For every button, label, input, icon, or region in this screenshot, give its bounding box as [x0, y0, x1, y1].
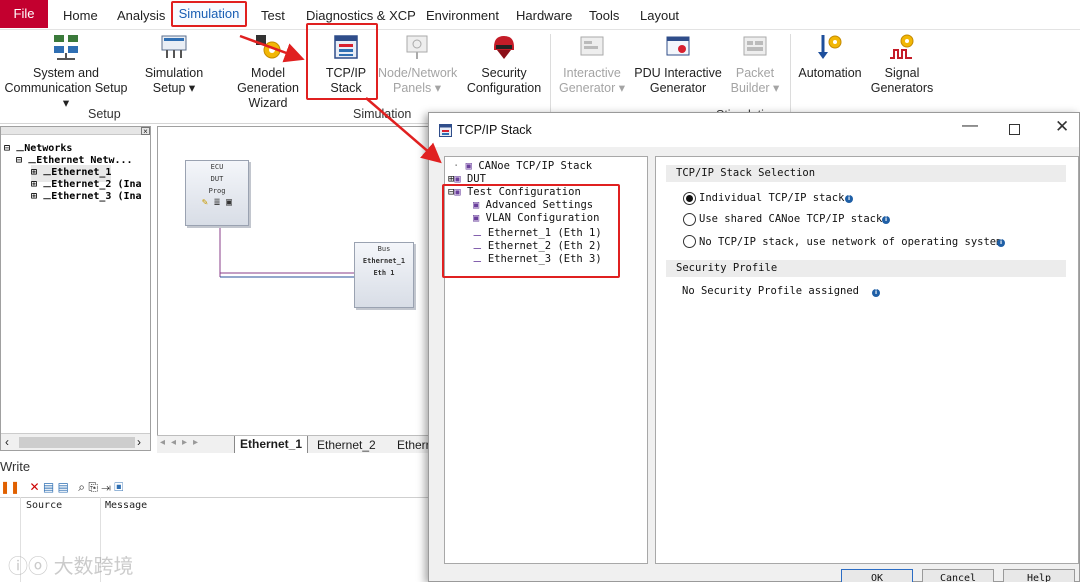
security-profile-text: No Security Profile assigned	[682, 285, 860, 297]
bus-node-ethernet-1[interactable]: Bus Ethernet_1 Eth 1	[354, 242, 414, 308]
find-icon[interactable]: ⌕	[78, 480, 85, 494]
automation-icon	[818, 35, 842, 59]
tab-ethernet-3[interactable]: Etherr	[397, 437, 430, 453]
radio-shared-stack[interactable]	[683, 213, 696, 226]
test-configuration-highlight-box	[442, 184, 620, 278]
menu-hardware[interactable]: Hardware	[516, 8, 572, 23]
write-toolbar: ❚❚ ✕ ▤ ▤ ⌕ ⎘ ⇥ ▣	[0, 480, 123, 495]
section-security-profile: Security Profile	[666, 260, 1066, 277]
pdu-generator-icon	[666, 36, 690, 56]
network-tree-pane: × ⊟ 𝍠Networks ⊟ 𝍠Ethernet Netw... ⊞ 𝍠Eth…	[0, 126, 151, 451]
signal-generator-icon	[890, 34, 914, 59]
ribbon: System and Communication Setup ▾ Simulat…	[0, 30, 1080, 124]
dialog-settings-pane: TCP/IP Stack Selection Individual TCP/IP…	[655, 156, 1079, 564]
help-button[interactable]: Help	[1003, 569, 1075, 582]
clear-icon[interactable]: ✕	[29, 480, 39, 494]
write-window: Write ❚❚ ✕ ▤ ▤ ⌕ ⎘ ⇥ ▣ Source Message ⓘⓞ…	[0, 456, 432, 582]
dialog-title-bar: TCP/IP Stack — ✕	[429, 113, 1079, 147]
network-setup-icon	[54, 35, 78, 60]
dialog-title: TCP/IP Stack	[457, 123, 532, 137]
maximize-icon[interactable]	[1009, 124, 1020, 135]
tab-ethernet-1[interactable]: Ethernet_1	[234, 436, 309, 453]
stack-icon: ≣	[213, 197, 221, 208]
info-icon[interactable]: i	[882, 216, 890, 224]
interactive-generator-icon	[580, 36, 604, 56]
column-source[interactable]: Source	[26, 500, 62, 511]
canvas-tab-bar: ◂◂▸▸ Ethernet_1 Ethernet_2 Etherr	[157, 435, 433, 453]
tcpip-stack-icon	[439, 124, 452, 137]
simulation-setup-canvas[interactable]: ECU DUT Prog ✎ ≣ ▣ Bus Ethernet_1 Eth 1	[157, 126, 433, 436]
tab-scroll-arrows[interactable]: ◂◂▸▸	[160, 437, 204, 448]
menu-diagnostics[interactable]: Diagnostics & XCP	[306, 8, 416, 23]
system-communication-setup-button[interactable]: System and Communication Setup ▾	[4, 32, 128, 111]
wizard-gear-icon	[256, 35, 281, 59]
model-generation-wizard-button[interactable]: Model Generation Wizard	[220, 32, 316, 111]
menu-environment[interactable]: Environment	[426, 8, 499, 23]
copy-icon[interactable]: ⎘	[88, 480, 98, 494]
radio-individual-stack[interactable]	[683, 192, 696, 205]
scroll-left-icon[interactable]: ‹	[5, 435, 9, 449]
label-no-stack: No TCP/IP stack, use network of operatin…	[699, 236, 1003, 248]
close-icon[interactable]: ✕	[1055, 117, 1069, 137]
file-tab[interactable]: File	[0, 0, 48, 28]
info-icon[interactable]: i	[845, 195, 853, 203]
write-title: Write	[0, 459, 31, 474]
label-shared-stack: Use shared CANoe TCP/IP stack	[699, 213, 883, 225]
menu-bar: File Home Analysis Simulation Test Diagn…	[0, 0, 1080, 30]
signal-generators-button[interactable]: Signal Generators	[870, 32, 934, 96]
radio-no-stack[interactable]	[683, 235, 696, 248]
export-icon[interactable]: ⇥	[101, 480, 111, 494]
packet-builder-button[interactable]: Packet Builder ▾	[726, 32, 784, 96]
close-pane-icon[interactable]: ×	[141, 127, 150, 136]
tab-ethernet-2[interactable]: Ethernet_2	[317, 437, 376, 453]
menu-home[interactable]: Home	[63, 8, 98, 23]
menu-analysis[interactable]: Analysis	[117, 8, 165, 23]
interactive-generator-button[interactable]: Interactive Generator ▾	[556, 32, 628, 96]
pdu-interactive-generator-button[interactable]: PDU Interactive Generator	[634, 32, 722, 96]
section-stack-selection: TCP/IP Stack Selection	[666, 165, 1066, 182]
clear-page-icon[interactable]: ▤	[58, 480, 69, 494]
panels-icon	[406, 35, 428, 59]
simulation-setup-icon	[161, 35, 187, 58]
tree-canoe-stack[interactable]: · ▣ CANoe TCP/IP Stack	[453, 160, 592, 172]
minimize-icon[interactable]: —	[962, 117, 978, 135]
pause-icon[interactable]: ❚❚	[0, 480, 20, 494]
tcpip-highlight-box	[306, 23, 378, 100]
column-message[interactable]: Message	[105, 500, 147, 511]
menu-test[interactable]: Test	[261, 8, 285, 23]
network-icon: 𝍠	[43, 191, 52, 202]
pencil-icon: ✎	[201, 197, 208, 208]
ecu-icon: ▣	[226, 197, 233, 208]
ecu-node-dut[interactable]: ECU DUT Prog ✎ ≣ ▣	[185, 160, 249, 226]
cancel-button[interactable]: Cancel	[922, 569, 994, 582]
clear-all-icon[interactable]: ▤	[43, 480, 54, 494]
menu-tools[interactable]: Tools	[589, 8, 619, 23]
automation-button[interactable]: Automation	[796, 32, 864, 81]
packet-builder-icon	[743, 36, 767, 56]
tcpip-stack-dialog: TCP/IP Stack — ✕ · ▣ CANoe TCP/IP Stack …	[428, 112, 1080, 582]
info-icon[interactable]: i	[872, 289, 880, 297]
node-network-panels-button[interactable]: Node/Network Panels ▾	[378, 32, 457, 96]
security-configuration-button[interactable]: Security Configuration	[466, 32, 542, 96]
menu-simulation[interactable]: Simulation	[171, 1, 247, 27]
scroll-right-icon[interactable]: ›	[137, 435, 141, 449]
stack-icon: ▣	[465, 160, 472, 172]
security-helmet-icon	[494, 36, 514, 59]
watermark-logo-icon: ⓘⓞ	[8, 556, 48, 578]
scrollbar-thumb[interactable]	[19, 437, 135, 448]
tree-ethernet-3[interactable]: ⊞ 𝍠Ethernet_3 (Ina	[31, 189, 142, 206]
info-icon[interactable]: i	[997, 239, 1005, 247]
group-label-setup: Setup	[88, 107, 121, 121]
tree-horizontal-scrollbar[interactable]: ‹ ›	[1, 433, 150, 450]
menu-layout[interactable]: Layout	[640, 8, 679, 23]
ok-button[interactable]: OK	[841, 569, 913, 582]
label-individual-stack: Individual TCP/IP stack	[699, 192, 845, 204]
options-icon[interactable]: ▣	[114, 480, 123, 494]
group-label-simulation: Simulation	[353, 107, 412, 121]
simulation-setup-button[interactable]: Simulation Setup ▾	[140, 32, 208, 96]
watermark: ⓘⓞ 大数跨境	[8, 556, 134, 578]
